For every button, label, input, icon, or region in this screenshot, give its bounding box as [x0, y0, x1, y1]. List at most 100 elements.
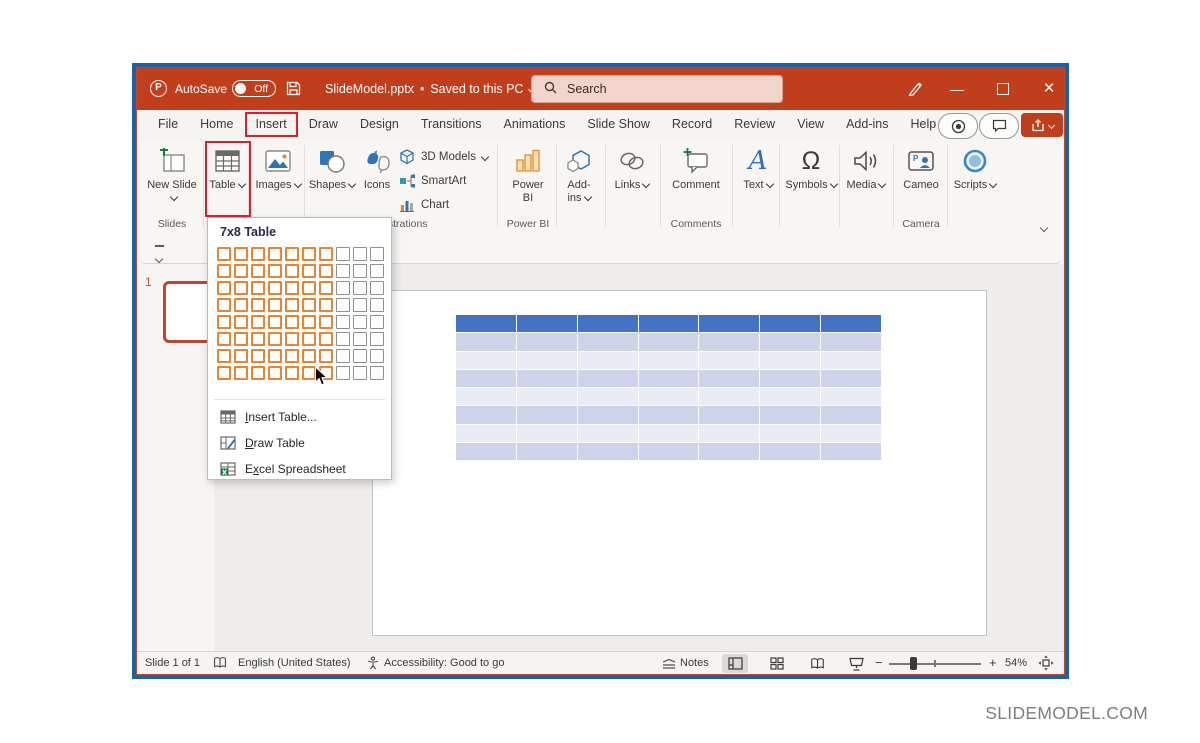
grid-cell[interactable]: [319, 332, 333, 346]
grid-cell[interactable]: [251, 332, 265, 346]
notes-button[interactable]: Notes: [680, 657, 709, 669]
grid-cell[interactable]: [319, 315, 333, 329]
smartart-button[interactable]: SmartArt: [399, 169, 497, 192]
close-button[interactable]: ×: [1027, 68, 1071, 110]
tab-record[interactable]: Record: [661, 112, 723, 137]
grid-cell[interactable]: [268, 332, 282, 346]
grid-cell[interactable]: [285, 332, 299, 346]
text-button[interactable]: A Text: [735, 143, 781, 192]
grid-cell[interactable]: [370, 298, 384, 312]
grid-cell[interactable]: [217, 366, 231, 380]
tab-home[interactable]: Home: [189, 112, 244, 137]
tab-draw[interactable]: Draw: [298, 112, 349, 137]
grid-cell[interactable]: [251, 315, 265, 329]
grid-cell[interactable]: [268, 315, 282, 329]
grid-cell[interactable]: [336, 315, 350, 329]
zoom-level[interactable]: 54%: [1005, 657, 1027, 669]
add-ins-button[interactable]: Add-ins: [559, 143, 599, 205]
grid-cell[interactable]: [217, 247, 231, 261]
table-button[interactable]: Table: [207, 143, 247, 192]
grid-cell[interactable]: [302, 315, 316, 329]
grid-cell[interactable]: [353, 366, 367, 380]
tab-animations[interactable]: Animations: [493, 112, 577, 137]
grid-cell[interactable]: [336, 247, 350, 261]
language-status[interactable]: English (United States): [238, 657, 351, 669]
grid-cell[interactable]: [285, 264, 299, 278]
comment-button[interactable]: Comment: [664, 143, 728, 192]
grid-cell[interactable]: [336, 332, 350, 346]
grid-cell[interactable]: [217, 298, 231, 312]
comments-button[interactable]: [979, 113, 1019, 139]
pen-tools-icon[interactable]: [893, 68, 937, 110]
grid-cell[interactable]: [251, 298, 265, 312]
menu-item-insert-table[interactable]: Insert Table...: [208, 404, 391, 429]
grid-cell[interactable]: [268, 281, 282, 295]
grid-cell[interactable]: [234, 298, 248, 312]
grid-cell[interactable]: [336, 366, 350, 380]
normal-view-button[interactable]: [722, 654, 748, 673]
grid-cell[interactable]: [302, 332, 316, 346]
scripts-button[interactable]: Scripts: [949, 143, 1001, 192]
grid-cell[interactable]: [336, 298, 350, 312]
grid-cell[interactable]: [302, 349, 316, 363]
grid-cell[interactable]: [336, 264, 350, 278]
slide-table[interactable]: [456, 315, 881, 460]
save-icon[interactable]: [286, 81, 301, 101]
menu-item-draw-table[interactable]: Draw Table: [208, 430, 391, 455]
grid-cell[interactable]: [217, 315, 231, 329]
grid-cell[interactable]: [234, 264, 248, 278]
share-button[interactable]: [1021, 113, 1063, 137]
menu-item-excel-spreadsheet[interactable]: Excel Spreadsheet: [208, 456, 391, 481]
icons-button[interactable]: Icons: [357, 143, 397, 192]
grid-cell[interactable]: [217, 332, 231, 346]
accessibility-status[interactable]: Accessibility: Good to go: [384, 657, 504, 669]
grid-cell[interactable]: [370, 264, 384, 278]
grid-cell[interactable]: [268, 298, 282, 312]
grid-cell[interactable]: [353, 281, 367, 295]
search-input[interactable]: Search: [531, 75, 783, 103]
minimize-button[interactable]: —: [935, 68, 979, 110]
grid-cell[interactable]: [268, 349, 282, 363]
zoom-out-button[interactable]: −: [875, 655, 883, 670]
tab-review[interactable]: Review: [723, 112, 786, 137]
links-button[interactable]: Links: [608, 143, 656, 192]
grid-cell[interactable]: [370, 349, 384, 363]
tab-file[interactable]: File: [147, 112, 189, 137]
grid-cell[interactable]: [285, 298, 299, 312]
grid-cell[interactable]: [319, 281, 333, 295]
grid-cell[interactable]: [285, 349, 299, 363]
grid-cell[interactable]: [217, 264, 231, 278]
slide-thumbnail[interactable]: [163, 281, 213, 343]
grid-cell[interactable]: [353, 315, 367, 329]
grid-cell[interactable]: [319, 247, 333, 261]
reading-view-button[interactable]: [804, 654, 830, 673]
grid-cell[interactable]: [370, 247, 384, 261]
grid-cell[interactable]: [234, 349, 248, 363]
maximize-button[interactable]: [981, 68, 1025, 110]
cameo-button[interactable]: P Cameo: [896, 143, 946, 192]
proofing-icon[interactable]: [213, 656, 227, 673]
grid-cell[interactable]: [251, 349, 265, 363]
tab-add-ins[interactable]: Add-ins: [835, 112, 899, 137]
slide-sorter-view-button[interactable]: [764, 654, 790, 673]
grid-cell[interactable]: [268, 264, 282, 278]
power-bi-button[interactable]: Power BI: [502, 143, 554, 205]
grid-cell[interactable]: [319, 264, 333, 278]
grid-cell[interactable]: [234, 332, 248, 346]
fit-to-window-icon[interactable]: [1038, 655, 1054, 674]
grid-cell[interactable]: [268, 366, 282, 380]
zoom-slider-thumb[interactable]: [910, 657, 917, 670]
media-button[interactable]: Media: [841, 143, 891, 192]
grid-cell[interactable]: [234, 247, 248, 261]
grid-cell[interactable]: [370, 315, 384, 329]
zoom-in-button[interactable]: +: [989, 655, 997, 670]
tab-design[interactable]: Design: [349, 112, 410, 137]
grid-cell[interactable]: [285, 315, 299, 329]
chart-button[interactable]: Chart: [399, 193, 497, 216]
grid-cell[interactable]: [234, 315, 248, 329]
tab-insert[interactable]: Insert: [245, 112, 298, 137]
tab-view[interactable]: View: [786, 112, 835, 137]
grid-cell[interactable]: [234, 281, 248, 295]
grid-cell[interactable]: [251, 247, 265, 261]
symbols-button[interactable]: Ω Symbols: [783, 143, 839, 192]
